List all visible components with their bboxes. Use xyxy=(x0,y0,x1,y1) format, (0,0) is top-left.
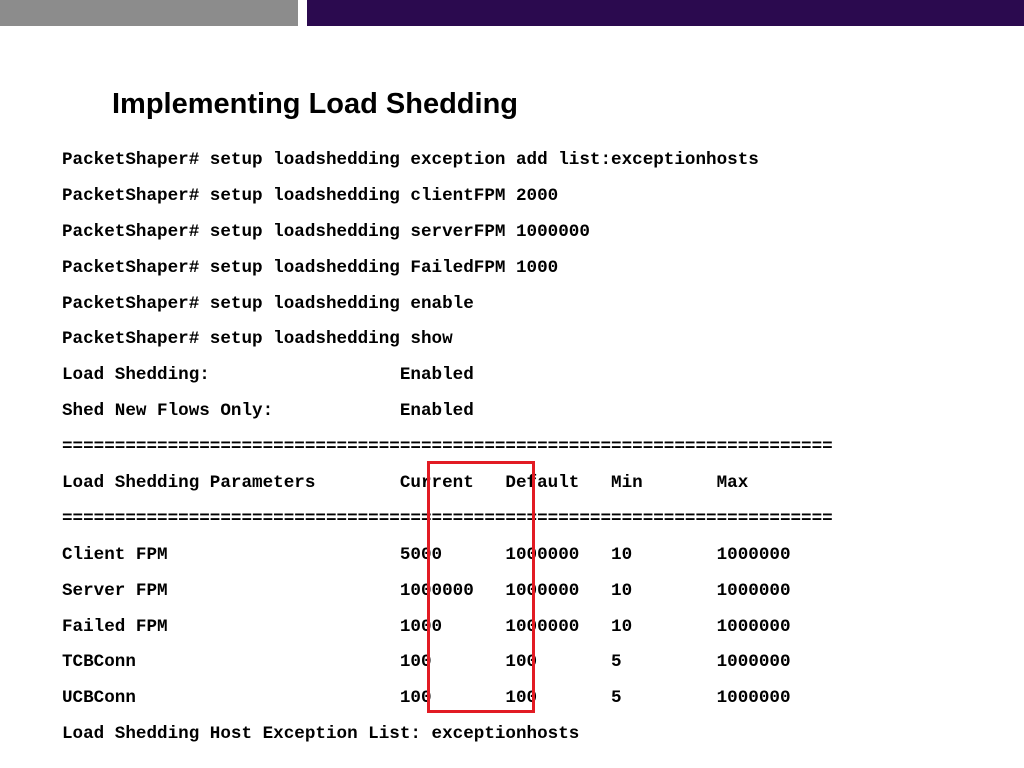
exception-list-line: Load Shedding Host Exception List: excep… xyxy=(62,724,580,745)
command-enable: PacketShaper# setup loadshedding enable xyxy=(62,293,474,314)
command-exception-add: PacketShaper# setup loadshedding excepti… xyxy=(62,150,759,170)
slide-title: Implementing Load Shedding xyxy=(112,88,518,120)
status-shed-new-flows: Shed New Flows Only: Enabled xyxy=(62,401,474,422)
header-bar-gray xyxy=(0,0,298,26)
command-show: PacketShaper# setup loadshedding show xyxy=(62,329,453,350)
command-client-fpm: PacketShaper# setup loadshedding clientF… xyxy=(62,185,559,206)
status-load-shedding: Load Shedding: Enabled xyxy=(62,365,474,386)
header-bar-purple xyxy=(307,0,1024,26)
current-column-highlight xyxy=(427,461,535,713)
command-server-fpm: PacketShaper# setup loadshedding serverF… xyxy=(62,221,590,242)
command-failed-fpm: PacketShaper# setup loadshedding FailedF… xyxy=(62,257,559,278)
